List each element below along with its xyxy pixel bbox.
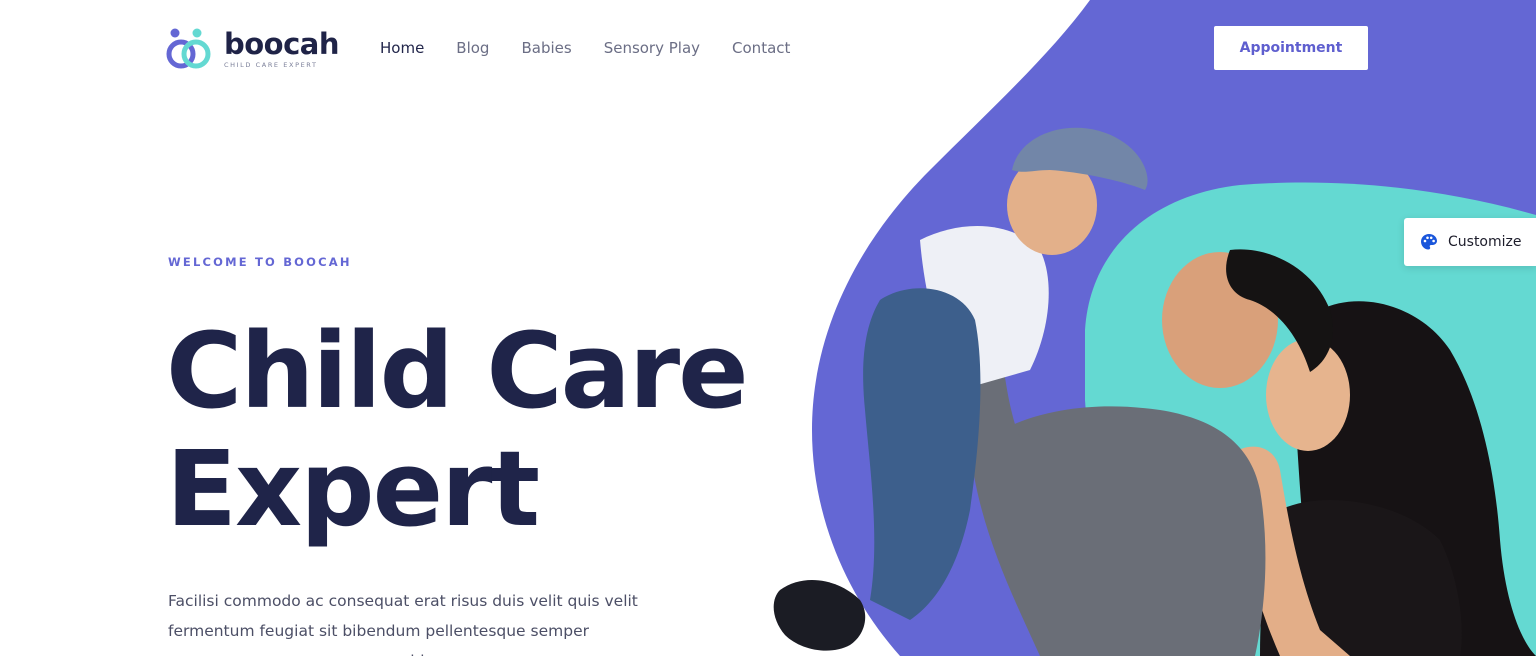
child-jeans bbox=[863, 288, 981, 620]
hero-family-photo bbox=[773, 127, 1536, 656]
brand-tagline: CHILD CARE EXPERT bbox=[224, 61, 318, 69]
hero-title-line-2: Expert bbox=[166, 428, 540, 550]
hero-description: Facilisi commodo ac consequat erat risus… bbox=[168, 592, 638, 656]
hero-eyebrow: WELCOME TO BOOCAH bbox=[168, 255, 352, 269]
child-shoe bbox=[773, 579, 866, 651]
hero-title: Child Care Expert bbox=[166, 312, 806, 548]
customize-label: Customize bbox=[1448, 234, 1522, 250]
brand-logo[interactable]: boocah CHILD CARE EXPERT bbox=[166, 26, 340, 72]
logo-text: boocah CHILD CARE EXPERT bbox=[224, 27, 340, 69]
palette-icon bbox=[1421, 234, 1437, 250]
boocah-logo-icon bbox=[166, 28, 211, 69]
nav-sensory-play[interactable]: Sensory Play bbox=[604, 38, 700, 58]
hero-title-line-1: Child Care bbox=[166, 310, 749, 432]
nav-blog[interactable]: Blog bbox=[456, 38, 489, 58]
main-nav: Home Blog Babies Sensory Play Contact bbox=[380, 38, 822, 58]
brand-name: boocah bbox=[224, 27, 340, 61]
customize-button[interactable]: Customize bbox=[1404, 218, 1536, 266]
site-header: boocah CHILD CARE EXPERT Home Blog Babie… bbox=[0, 0, 1536, 96]
appointment-button[interactable]: Appointment bbox=[1214, 26, 1368, 70]
nav-contact[interactable]: Contact bbox=[732, 38, 790, 58]
nav-babies[interactable]: Babies bbox=[521, 38, 571, 58]
nav-home[interactable]: Home bbox=[380, 38, 424, 58]
